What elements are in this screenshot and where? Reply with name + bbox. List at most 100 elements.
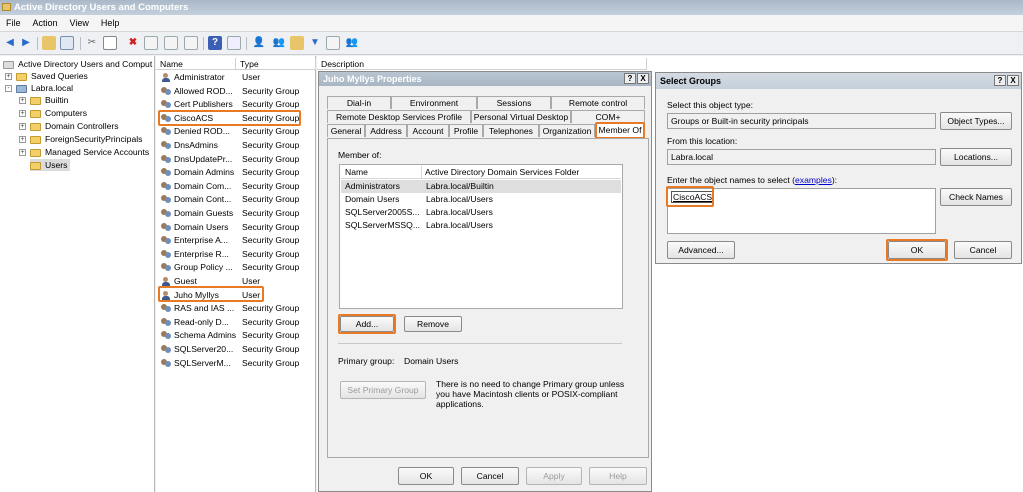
list-row-type: Security Group ... [242,126,302,137]
apply-button[interactable]: Apply [526,467,582,485]
help-icon[interactable]: ? [208,36,222,50]
help-title-button[interactable]: ? [994,75,1006,86]
tab-account[interactable]: Account [407,124,449,137]
list-row[interactable]: Domain Cont... Security Group ... [156,193,316,206]
tab-environment[interactable]: Environment [391,96,477,109]
tree-item-builtin[interactable]: Builtin [30,94,68,106]
copy-icon[interactable] [103,36,117,50]
menu-file[interactable]: File [0,15,27,28]
list-row[interactable]: Enterprise A... Security Group ... [156,234,316,247]
cut-icon[interactable]: ✂ [85,36,99,50]
list-row[interactable]: RAS and IAS ... Security Group ... [156,302,316,315]
tab-organization[interactable]: Organization [539,124,595,137]
up-folder-icon[interactable] [42,36,56,50]
list-row[interactable]: Group Policy ... Security Group ... [156,261,316,274]
cancel-button[interactable]: Cancel [461,467,519,485]
list-row[interactable]: Administrator User [156,71,316,84]
menu-help[interactable]: Help [95,15,126,28]
list-row-name: RAS and IAS ... [174,303,235,314]
list-row[interactable]: Domain Com... Security Group ... [156,180,316,193]
back-arrow-icon[interactable]: ◀ [3,36,17,50]
tab-remote-desktop-services-profile[interactable]: Remote Desktop Services Profile [327,110,471,123]
console-tree-icon[interactable] [227,36,241,50]
tab-general[interactable]: General [327,124,365,137]
member-row[interactable]: SQLServerMSSQ... Labra.local/Users [341,219,621,232]
tree-item-labra-local[interactable]: Labra.local [16,82,73,94]
advanced-button[interactable]: Advanced... [667,241,735,259]
tree-item-computers[interactable]: Computers [30,107,87,119]
expand-toggle-icon[interactable]: + [5,73,12,80]
properties-icon[interactable] [144,36,158,50]
add-to-group-icon[interactable]: 👥 [345,36,359,50]
examples-link[interactable]: examples [795,175,832,185]
menu-view[interactable]: View [64,15,95,28]
list-row[interactable]: Read-only D... Security Group ... [156,316,316,329]
tab-profile[interactable]: Profile [449,124,483,137]
menu-action[interactable]: Action [27,15,64,28]
tree-item-domain-controllers[interactable]: Domain Controllers [30,120,119,132]
expand-toggle-icon[interactable]: + [19,110,26,117]
expand-toggle-icon[interactable]: + [19,149,26,156]
find-icon[interactable] [326,36,340,50]
refresh-icon[interactable] [164,36,178,50]
tab-telephones[interactable]: Telephones [483,124,539,137]
ok-button[interactable]: OK [398,467,454,485]
expand-toggle-icon[interactable]: + [19,136,26,143]
list-row[interactable]: Allowed ROD... Security Group ... [156,85,316,98]
tree-root[interactable]: Active Directory Users and Comput [3,58,152,70]
tab-sessions[interactable]: Sessions [477,96,551,109]
filter-icon[interactable]: ▼ [308,36,322,50]
tree-item-managed-service-accounts[interactable]: Managed Service Accounts [30,146,149,158]
help-title-button[interactable]: ? [624,73,636,84]
remove-button[interactable]: Remove [404,316,462,332]
tree-item-users[interactable]: Users [30,159,71,171]
list-row[interactable]: Domain Admins Security Group ... [156,166,316,179]
column-header-name[interactable]: Name [156,58,236,70]
list-row[interactable]: Denied ROD... Security Group ... [156,125,316,138]
locations-button[interactable]: Locations... [940,148,1012,166]
expand-toggle-icon[interactable]: + [19,97,26,104]
tab-address[interactable]: Address [365,124,407,137]
list-row[interactable]: Schema Admins Security Group ... [156,329,316,342]
column-header-type[interactable]: Type [236,58,316,70]
group-icon [161,141,171,150]
list-row[interactable]: SQLServerM... Security Group ... [156,357,316,370]
export-list-icon[interactable] [184,36,198,50]
check-names-button[interactable]: Check Names [940,188,1012,206]
member-row[interactable]: SQLServer2005S... Labra.local/Users [341,206,621,219]
forward-arrow-icon[interactable]: ▶ [19,36,33,50]
list-row[interactable]: DnsAdmins Security Group ... [156,139,316,152]
list-row[interactable]: DnsUpdatePr... Security Group ... [156,153,316,166]
object-types-button[interactable]: Object Types... [940,112,1012,130]
list-row[interactable]: Domain Users Security Group ... [156,221,316,234]
tab-remote-control[interactable]: Remote control [551,96,645,109]
tree-item-saved-queries[interactable]: Saved Queries [16,70,88,82]
highlight-add-button [338,314,396,334]
collapse-toggle-icon[interactable]: - [5,85,12,92]
list-row[interactable]: SQLServer20... Security Group ... [156,343,316,356]
column-header-folder[interactable]: Active Directory Domain Services Folder [421,166,579,179]
cancel-button[interactable]: Cancel [954,241,1012,259]
highlight-object-name [666,186,714,207]
tree-item-foreign-security-principals[interactable]: ForeignSecurityPrincipals [30,133,142,145]
group-icon [161,304,171,313]
new-group-icon[interactable]: 👥 [272,36,286,50]
expand-toggle-icon[interactable]: + [19,123,26,130]
new-ou-icon[interactable] [290,36,304,50]
list-row-type: Security Group ... [242,140,302,150]
tab-personal-virtual-desktop[interactable]: Personal Virtual Desktop [471,110,571,123]
tab-dial-in[interactable]: Dial-in [327,96,391,109]
column-header-name[interactable]: Name [345,166,368,179]
new-user-icon[interactable]: 👤 [252,36,266,50]
show-tree-icon[interactable] [60,36,74,50]
list-row[interactable]: Enterprise R... Security Group ... [156,248,316,261]
list-row[interactable]: Domain Guests Security Group ... [156,207,316,220]
column-header-description[interactable]: Description [317,58,647,70]
member-row[interactable]: Administrators Labra.local/Builtin [341,180,621,193]
delete-icon[interactable]: ✖ [126,36,140,50]
close-title-button[interactable]: X [637,73,649,84]
set-primary-group-button[interactable]: Set Primary Group [340,381,426,399]
help-button[interactable]: Help [589,467,647,485]
close-title-button[interactable]: X [1007,75,1019,86]
member-row[interactable]: Domain Users Labra.local/Users [341,193,621,206]
